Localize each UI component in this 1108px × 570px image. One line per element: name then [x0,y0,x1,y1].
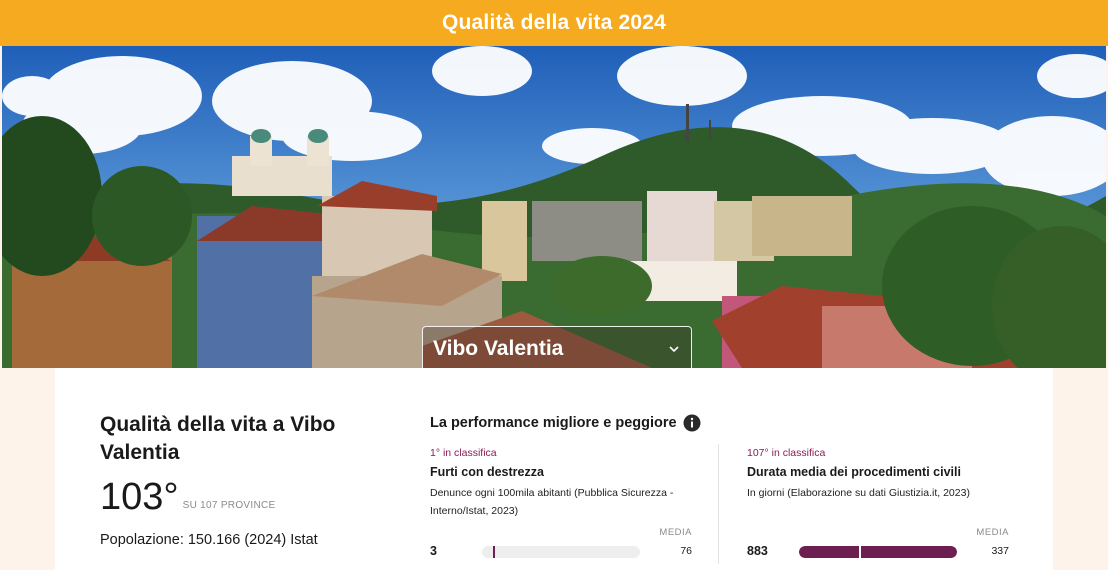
column-divider [718,444,719,564]
population-text: Popolazione: 150.166 (2024) Istat [100,532,318,548]
summary-card: Qualità della vita a Vibo Valentia 103° … [55,368,1053,570]
worst-metric-average: 337 [991,545,1009,557]
worst-metric-mean-marker [859,546,861,558]
hero-image: Vibo Valentia [2,46,1106,368]
best-metric-bar-fill [482,546,484,558]
summary-title: Qualità della vita a Vibo Valentia [100,413,336,464]
best-metric-bar-row: 3 76 [430,544,695,558]
city-selector-label: Vibo Valentia [433,336,564,360]
worst-metric-media-label: MEDIA [976,527,1009,538]
best-metric-rank: 1° in classifica [430,447,497,459]
worst-metric-bar-track [799,546,957,558]
info-icon[interactable] [683,414,701,432]
performance-header: La performance migliore e peggiore [430,414,701,432]
best-metric: 1° in classifica Furti con destrezza Den… [430,447,695,558]
city-photo [2,46,1106,368]
worst-metric-rank: 107° in classifica [747,447,826,459]
best-metric-bar-track [482,546,640,558]
worst-metric-description: In giorni (Elaborazione su dati Giustizi… [747,487,970,499]
best-metric-description: Denunce ogni 100mila abitanti (Pubblica … [430,487,674,517]
best-metric-mean-marker [493,546,495,558]
chevron-down-icon [669,345,679,352]
worst-metric-bar-row: 883 337 [747,544,1012,558]
rank-suffix: SU 107 PROVINCE [182,500,276,511]
worst-metric-name: Durata media dei procedimenti civili [747,465,961,479]
worst-metric-bar-fill [799,546,957,558]
best-metric-media-label: MEDIA [659,527,692,538]
summary-panel: Qualità della vita a Vibo Valentia 103° … [100,411,390,549]
top-banner: Qualità della vita 2024 [0,0,1108,46]
best-metric-value: 3 [430,544,437,558]
page: Qualità della vita 2024 Vibo Valentia Qu… [0,0,1108,570]
page-title: Qualità della vita 2024 [441,11,667,34]
worst-metric: 107° in classifica Durata media dei proc… [747,447,1012,558]
best-metric-average: 76 [680,545,692,557]
rank-row: 103° SU 107 PROVINCE [100,477,390,517]
city-selector[interactable]: Vibo Valentia [422,326,692,368]
performance-title: La performance migliore e peggiore [430,415,677,431]
best-metric-name: Furti con destrezza [430,465,544,479]
rank-value: 103° [100,476,179,518]
worst-metric-value: 883 [747,544,768,558]
